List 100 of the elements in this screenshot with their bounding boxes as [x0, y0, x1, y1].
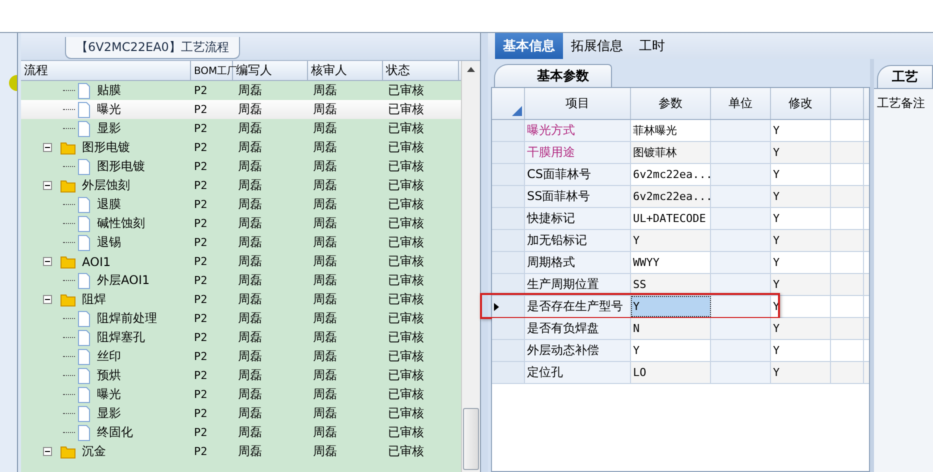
column-header[interactable]: 流程	[21, 61, 191, 80]
step-name: 终固化	[97, 424, 133, 441]
scroll-up-icon[interactable]	[467, 67, 475, 72]
item-label: 定位孔	[525, 362, 631, 383]
table-cell: 周磊	[238, 101, 262, 118]
tab[interactable]: 基本信息	[495, 33, 563, 59]
parameter-value[interactable]: Y	[631, 296, 711, 317]
table-cell: P2	[194, 160, 208, 173]
tab[interactable]: 工时	[631, 33, 673, 59]
row-header[interactable]	[492, 296, 525, 317]
table-cell: 周磊	[313, 101, 337, 118]
table-cell: 已审核	[388, 367, 424, 384]
table-row[interactable]: 干膜用途 图镀菲林 Y	[492, 142, 869, 164]
table-cell: 周磊	[238, 424, 262, 441]
collapse-icon[interactable]	[43, 295, 52, 304]
unit-cell	[711, 274, 771, 295]
table-cell: P2	[194, 350, 208, 363]
table-cell: P2	[194, 179, 208, 192]
table-cell: 周磊	[238, 272, 262, 289]
table-cell: 周磊	[313, 120, 337, 137]
column-header[interactable]: 核审人	[308, 61, 383, 80]
file-icon	[77, 386, 91, 402]
unit-cell	[711, 318, 771, 339]
section-tab[interactable]: 工艺	[877, 65, 933, 88]
scroll-thumb[interactable]	[463, 408, 479, 470]
table-cell: 已审核	[388, 177, 424, 194]
item-label: SS面菲林号	[525, 186, 631, 207]
item-label: 是否存在生产型号	[525, 296, 631, 317]
tree-row[interactable]: 曝光 P2 周磊 周磊 已审核	[21, 100, 461, 119]
table-row[interactable]: 是否有负焊盘 N Y	[492, 318, 869, 340]
step-name: 阻焊前处理	[97, 310, 157, 327]
table-cell: 周磊	[313, 177, 337, 194]
column-header[interactable]: 编写人	[233, 61, 308, 80]
unit-cell	[711, 142, 771, 163]
table-row[interactable]: 快捷标记 UL+DATECODE Y	[492, 208, 869, 230]
step-name: 曝光	[97, 101, 121, 118]
table-cell: 周磊	[313, 196, 337, 213]
tab[interactable]: 拓展信息	[563, 33, 631, 59]
table-cell: 周磊	[313, 424, 337, 441]
column-header[interactable]: 修改	[771, 88, 831, 119]
table-cell: 已审核	[388, 215, 424, 232]
table-cell: P2	[194, 426, 208, 439]
folder-icon	[60, 140, 76, 154]
table-cell: 周磊	[238, 348, 262, 365]
file-icon	[77, 120, 91, 136]
table-cell: 周磊	[238, 234, 262, 251]
table-row[interactable]: 生产周期位置 SS Y	[492, 274, 869, 296]
scrollbar[interactable]	[461, 61, 480, 472]
splitter[interactable]	[480, 33, 488, 472]
file-icon	[77, 310, 91, 326]
table-cell: P2	[194, 388, 208, 401]
unit-cell	[711, 296, 771, 317]
table-cell: Y	[771, 362, 831, 383]
table-cell: 周磊	[238, 139, 262, 156]
section-tab[interactable]: 基本参数	[494, 64, 612, 87]
corner-icon	[512, 106, 522, 116]
table-row[interactable]: 周期格式 WWYY Y	[492, 252, 869, 274]
table-cell: Y	[771, 318, 831, 339]
file-icon	[77, 102, 91, 118]
item-label: 是否有负焊盘	[525, 318, 631, 339]
table-cell: Y	[771, 186, 831, 207]
table-row[interactable]: CS面菲林号 6v2mc22ea... Y	[492, 164, 869, 186]
collapse-icon[interactable]	[43, 447, 52, 456]
table-cell: 周磊	[238, 82, 262, 99]
column-header[interactable]: 单位	[711, 88, 771, 119]
table-cell: 周磊	[313, 82, 337, 99]
table-cell: 周磊	[313, 234, 337, 251]
table-cell: 已审核	[388, 82, 424, 99]
step-name: AOI1	[82, 254, 111, 268]
table-row[interactable]: 加无铅标记 Y Y	[492, 230, 869, 252]
unit-cell	[711, 208, 771, 229]
table-row[interactable]: SS面菲林号 6v2mc22ea... Y	[492, 186, 869, 208]
column-header[interactable]: 项目	[525, 88, 631, 119]
table-cell: 周磊	[238, 291, 262, 308]
step-name: 外层蚀刻	[82, 177, 130, 194]
collapse-icon[interactable]	[43, 143, 52, 152]
table-row[interactable]: 曝光方式 菲林曝光 Y	[492, 120, 869, 142]
table-row[interactable]: 定位孔 LO Y	[492, 362, 869, 384]
folder-icon	[60, 444, 76, 458]
item-label: 生产周期位置	[525, 274, 631, 295]
table-cell: 已审核	[388, 291, 424, 308]
step-name: 贴膜	[97, 82, 121, 99]
collapse-icon[interactable]	[43, 257, 52, 266]
step-name: 图形电镀	[97, 158, 145, 175]
table-cell: 周磊	[238, 367, 262, 384]
table-row[interactable]: 外层动态补偿 Y Y	[492, 340, 869, 362]
item-label: 干膜用途	[525, 142, 631, 163]
current-row-icon	[494, 302, 499, 310]
table-cell: P2	[194, 445, 208, 458]
column-header[interactable]: 参数	[631, 88, 711, 119]
item-label: 曝光方式	[525, 120, 631, 141]
collapse-icon[interactable]	[43, 181, 52, 190]
step-name: 阻焊	[82, 291, 106, 308]
file-icon	[77, 348, 91, 364]
folder-icon	[60, 254, 76, 268]
table-cell: 周磊	[313, 367, 337, 384]
column-header[interactable]: 状态	[383, 61, 459, 80]
table-cell: 周磊	[238, 196, 262, 213]
table-cell: 周磊	[238, 177, 262, 194]
file-icon	[77, 424, 91, 440]
